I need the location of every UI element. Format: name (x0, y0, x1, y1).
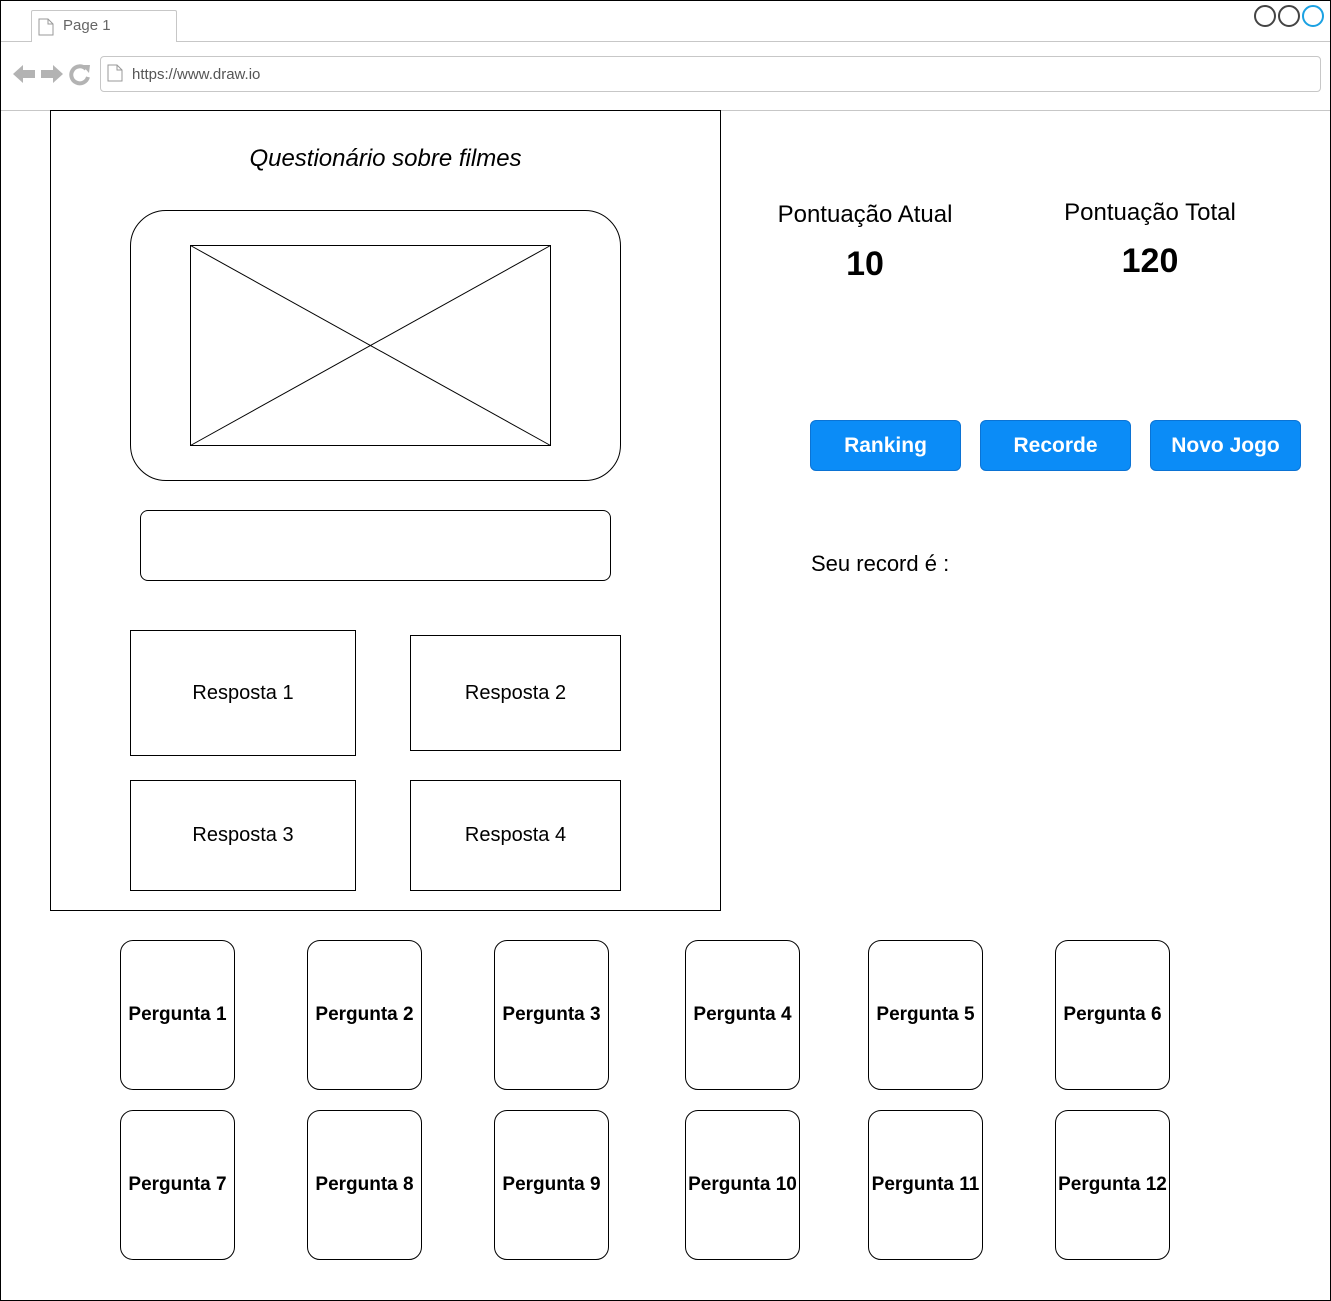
question-card-8[interactable]: Pergunta 8 (307, 1110, 422, 1260)
total-score-label: Pontuação Total (1064, 199, 1236, 226)
back-arrow-icon[interactable] (11, 62, 37, 91)
address-bar[interactable]: https://www.draw.io (100, 56, 1321, 92)
question-card-3[interactable]: Pergunta 3 (494, 940, 609, 1090)
question-card-9[interactable]: Pergunta 9 (494, 1110, 609, 1260)
answer-button-1[interactable]: Resposta 1 (130, 630, 356, 756)
window-controls (1254, 5, 1324, 27)
url-text: https://www.draw.io (132, 66, 261, 83)
answer-button-2[interactable]: Resposta 2 (410, 635, 621, 751)
answer-button-3[interactable]: Resposta 3 (130, 780, 356, 891)
total-score-value: 120 (1121, 242, 1179, 280)
page-icon (107, 64, 123, 87)
nav-bar: https://www.draw.io (1, 42, 1330, 111)
current-score-value: 10 (846, 245, 884, 283)
window-button[interactable] (1278, 5, 1300, 27)
nav-buttons (11, 62, 93, 91)
window-button[interactable] (1302, 5, 1324, 27)
question-card-12[interactable]: Pergunta 12 (1055, 1110, 1170, 1260)
question-card-7[interactable]: Pergunta 7 (120, 1110, 235, 1260)
page-icon (38, 18, 54, 41)
question-card-11[interactable]: Pergunta 11 (868, 1110, 983, 1260)
novo-jogo-button[interactable]: Novo Jogo (1150, 420, 1301, 471)
record-label: Seu record é : (811, 551, 950, 576)
question-card-5[interactable]: Pergunta 5 (868, 940, 983, 1090)
browser-chrome: Page 1 https://www.draw.io (1, 1, 1330, 111)
question-card-10[interactable]: Pergunta 10 (685, 1110, 800, 1260)
quiz-title: Questionário sobre filmes (249, 145, 522, 172)
recorde-button[interactable]: Recorde (980, 420, 1131, 471)
answer-button-4[interactable]: Resposta 4 (410, 780, 621, 891)
forward-arrow-icon[interactable] (39, 62, 65, 91)
image-placeholder-icon (190, 245, 551, 451)
window-button[interactable] (1254, 5, 1276, 27)
question-card-2[interactable]: Pergunta 2 (307, 940, 422, 1090)
tab-page-1[interactable]: Page 1 (31, 10, 177, 42)
question-card-1[interactable]: Pergunta 1 (120, 940, 235, 1090)
tab-strip: Page 1 (1, 1, 1330, 42)
reload-icon[interactable] (67, 62, 93, 91)
question-card-6[interactable]: Pergunta 6 (1055, 940, 1170, 1090)
ranking-button[interactable]: Ranking (810, 420, 961, 471)
question-box (140, 510, 611, 581)
tab-label: Page 1 (63, 17, 111, 34)
current-score-label: Pontuação Atual (777, 201, 953, 228)
question-card-4[interactable]: Pergunta 4 (685, 940, 800, 1090)
